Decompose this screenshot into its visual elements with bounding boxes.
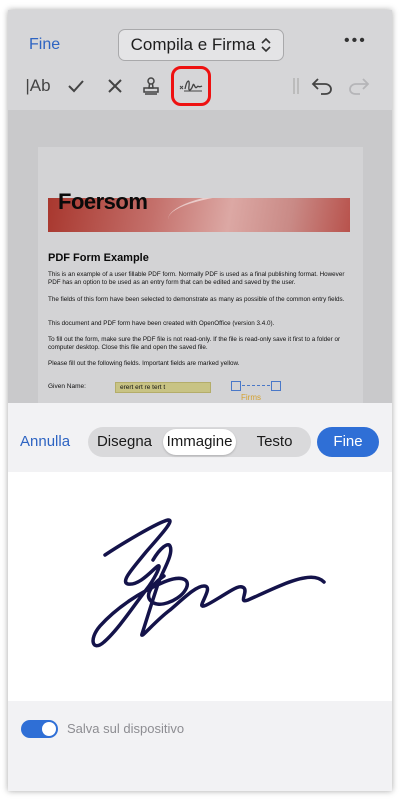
pdf-paragraph: This document and PDF form have been cre… [48,320,275,327]
undo-icon[interactable] [310,70,334,102]
signature-tool-selected[interactable] [171,66,211,106]
firms-label: Firms [241,393,261,402]
toolbar: |Ab [8,66,392,110]
document-title-selector[interactable]: Compila e Firma [118,29,284,61]
done-button[interactable]: Fine [317,427,379,457]
signature-panel: Annulla Disegna Immagine Testo Fine Salv… [8,403,392,791]
top-bar: Fine Compila e Firma ••• |Ab [8,10,392,110]
brand-logo: Foersom [58,189,148,214]
cancel-button[interactable]: Annulla [20,433,70,450]
pdf-paragraph: Please fill out the following fields. Im… [48,360,240,367]
chevron-updown-icon [261,37,271,53]
pdf-page: Foersom PDF Form Example This is an exam… [38,147,363,403]
tab-image[interactable]: Immagine [163,429,236,455]
redo-icon[interactable] [347,70,371,102]
tab-text[interactable]: Testo [238,429,311,455]
signature-icon [178,77,204,95]
pdf-heading: PDF Form Example [48,252,149,264]
given-name-field[interactable]: erert ert re tert t [115,382,211,393]
stamp-icon[interactable] [140,70,162,102]
save-on-device-label: Salva sul dispositivo [67,721,185,736]
divider-icon [290,70,302,102]
given-name-label: Given Name: [48,383,86,390]
pdf-paragraph: To fill out the form, make sure the PDF … [48,336,341,351]
document-title: Compila e Firma [130,35,256,54]
signature-mode-tabs: Disegna Immagine Testo [88,427,311,457]
signature-image [91,518,326,648]
more-options-icon[interactable]: ••• [344,32,367,50]
tab-draw[interactable]: Disegna [88,429,161,455]
document-area: Fine Compila e Firma ••• |Ab Foersom PDF… [8,10,392,403]
pdf-paragraph: The fields of this form have been select… [48,296,345,303]
app-screen: Fine Compila e Firma ••• |Ab Foersom PDF… [8,10,392,791]
fine-link[interactable]: Fine [29,36,60,54]
text-tool-icon[interactable]: |Ab [24,70,52,102]
signature-canvas[interactable] [8,472,392,701]
cross-icon[interactable] [105,70,125,102]
save-on-device-toggle[interactable] [21,720,58,738]
pdf-paragraph: This is an example of a user fillable PD… [48,271,345,286]
signature-field[interactable]: Firms [231,381,287,403]
check-icon[interactable] [66,70,86,102]
